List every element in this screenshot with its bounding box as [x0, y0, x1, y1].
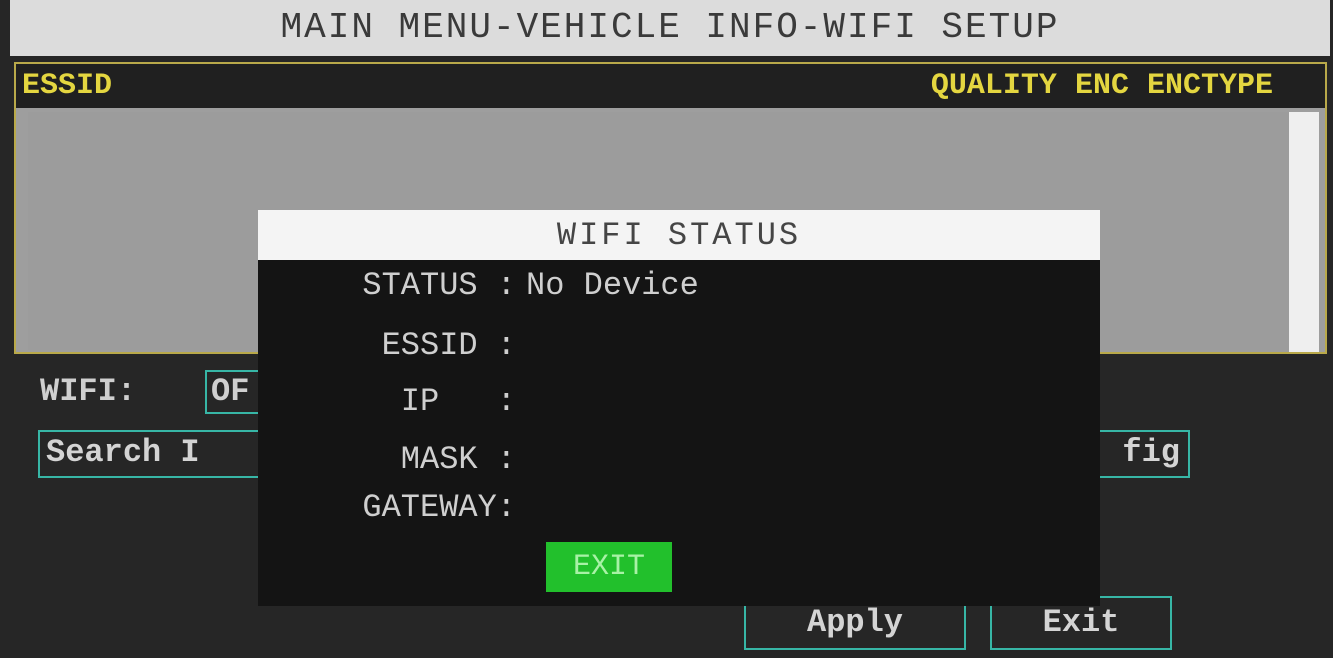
wifi-status-dialog: WIFI STATUS STATUS : No Device ESSID : I…: [258, 210, 1100, 606]
essid-label: ESSID :: [381, 327, 516, 364]
column-enctype: ENCTYPE: [1146, 69, 1273, 103]
network-list-header: ESSID QUALITY ENC ENCTYPE: [16, 64, 1325, 108]
dvr-screen: MAIN MENU-VEHICLE INFO-WIFI SETUP ESSID …: [0, 0, 1333, 658]
status-label: STATUS :: [362, 267, 516, 304]
wifi-label: WIFI:: [40, 373, 137, 410]
page-title: MAIN MENU-VEHICLE INFO-WIFI SETUP: [10, 0, 1330, 56]
network-list-scrollbar[interactable]: [1289, 112, 1319, 352]
column-quality: QUALITY: [930, 69, 1057, 103]
ip-label: IP :: [400, 383, 516, 420]
mask-label: MASK :: [400, 441, 516, 478]
gateway-label: GATEWAY:: [362, 489, 516, 526]
column-essid: ESSID: [22, 69, 113, 103]
column-group-right: QUALITY ENC ENCTYPE: [931, 64, 1273, 108]
dialog-title: WIFI STATUS: [258, 210, 1100, 260]
dialog-exit-button[interactable]: EXIT: [546, 542, 672, 592]
status-value: No Device: [526, 267, 699, 304]
column-enc: ENC: [1074, 69, 1129, 103]
